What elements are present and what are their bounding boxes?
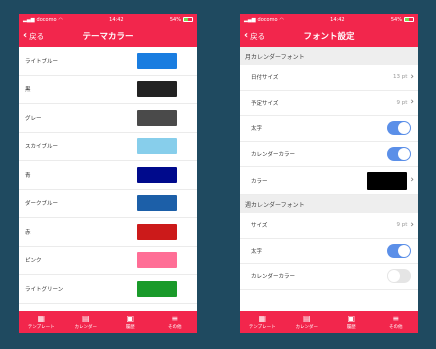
battery-percent: 54% (169, 16, 181, 23)
bold-toggle[interactable] (387, 121, 411, 136)
tab-history[interactable]: ▣ 履歴 (329, 311, 374, 333)
color-option-label: グレー (25, 115, 42, 122)
battery-percent: 54% (390, 16, 402, 23)
color-swatch (137, 280, 177, 297)
color-option-row[interactable]: 青 (19, 161, 197, 190)
tab-bar: ▦ テンプレート ▤ カレンダー ▣ 履歴 ≡ その他 (240, 311, 418, 333)
page-title: テーマカラー (82, 32, 134, 42)
week-calendar-color-toggle[interactable] (387, 269, 411, 284)
wifi-icon: ◠ (58, 16, 63, 23)
signal-icon: ▂▄▆ (244, 16, 256, 23)
template-icon: ▦ (258, 313, 267, 323)
history-icon: ▣ (126, 313, 135, 323)
tab-template[interactable]: ▦ テンプレート (240, 311, 285, 333)
color-option-row[interactable]: 赤 (19, 218, 197, 247)
color-option-row[interactable]: ライトグリーン (19, 275, 197, 304)
chevron-right-icon: › (410, 71, 414, 82)
color-list: ライトブルー黒グレースカイブルー青ダークブルー赤ピンクライトグリーン (19, 47, 197, 311)
status-bar: ▂▄▆ docomo ◠ 14:42 54% (240, 14, 418, 25)
nav-bar: ‹ 戻る フォント設定 (240, 25, 418, 47)
color-option-row[interactable]: ピンク (19, 247, 197, 275)
bold-row: 太字 (240, 116, 418, 142)
color-swatch (137, 138, 177, 155)
event-size-row[interactable]: 予定サイズ 9 pt › (240, 91, 418, 116)
clock: 14:42 (109, 16, 124, 23)
tab-template[interactable]: ▦ テンプレート (19, 311, 64, 333)
chevron-right-icon: › (410, 219, 414, 230)
chevron-left-icon: ‹ (244, 30, 249, 41)
color-option-label: 赤 (25, 229, 31, 236)
carrier-label: docomo (257, 16, 278, 23)
back-button[interactable]: ‹ 戻る (23, 25, 44, 47)
color-swatch (137, 252, 177, 269)
tab-more[interactable]: ≡ その他 (374, 311, 419, 333)
back-button[interactable]: ‹ 戻る (244, 25, 265, 47)
font-settings-screen: ▂▄▆ docomo ◠ 14:42 54% ‹ 戻る フォント設定 月カレンダ… (240, 14, 418, 333)
color-swatch (137, 223, 177, 240)
tab-history[interactable]: ▣ 履歴 (108, 311, 153, 333)
color-swatch (137, 109, 177, 126)
color-swatch (137, 166, 177, 183)
week-bold-row: 太字 (240, 239, 418, 264)
theme-color-screen: ▂▄▆ docomo ◠ 14:42 54% ‹ 戻る テーマカラー ライトブル… (19, 14, 197, 333)
color-option-label: 黒 (25, 87, 31, 94)
color-swatch (367, 171, 408, 190)
font-settings-list: 月カレンダーフォント 日付サイズ 13 pt › 予定サイズ 9 pt › 太字 カ… (240, 47, 418, 311)
calendar-icon: ▤ (81, 313, 90, 323)
color-option-label: スカイブルー (25, 144, 59, 151)
battery-icon (403, 17, 414, 22)
template-icon: ▦ (37, 313, 46, 323)
date-size-value: 13 pt (392, 74, 408, 81)
tab-calendar[interactable]: ▤ カレンダー (64, 311, 109, 333)
color-swatch (137, 52, 177, 69)
event-size-value: 9 pt (396, 99, 408, 106)
clock: 14:42 (330, 16, 345, 23)
color-option-label: ダークブルー (25, 201, 59, 208)
color-option-row[interactable]: ダークブルー (19, 190, 197, 218)
nav-bar: ‹ 戻る テーマカラー (19, 25, 197, 47)
color-option-label: 青 (25, 172, 31, 179)
section-week-font: 週カレンダーフォント (240, 195, 418, 213)
color-option-row[interactable]: 黒 (19, 76, 197, 104)
week-bold-toggle[interactable] (387, 243, 411, 258)
calendar-icon: ▤ (302, 313, 311, 323)
tab-bar: ▦ テンプレート ▤ カレンダー ▣ 履歴 ≡ その他 (19, 311, 197, 333)
calendar-color-toggle[interactable] (387, 146, 411, 161)
week-size-row[interactable]: サイズ 9 pt › (240, 213, 418, 239)
week-calendar-color-row: カレンダーカラー (240, 264, 418, 290)
tab-more[interactable]: ≡ その他 (153, 311, 198, 333)
date-size-row[interactable]: 日付サイズ 13 pt › (240, 65, 418, 91)
color-option-label: ライトブルー (25, 58, 59, 65)
calendar-color-row: カレンダーカラー (240, 142, 418, 167)
battery-icon (182, 17, 193, 22)
wifi-icon: ◠ (279, 16, 284, 23)
color-swatch (137, 81, 177, 98)
color-option-row[interactable]: グレー (19, 104, 197, 133)
chevron-right-icon: › (410, 97, 414, 108)
color-row[interactable]: カラー › (240, 167, 418, 195)
chevron-right-icon: › (410, 175, 414, 185)
week-size-value: 9 pt (396, 222, 408, 229)
signal-icon: ▂▄▆ (23, 16, 35, 23)
page-title: フォント設定 (303, 32, 355, 42)
menu-icon: ≡ (392, 313, 400, 323)
carrier-label: docomo (36, 16, 57, 23)
section-month-font: 月カレンダーフォント (240, 47, 418, 65)
color-option-label: ピンク (25, 258, 42, 265)
menu-icon: ≡ (171, 313, 179, 323)
color-swatch (137, 195, 177, 212)
chevron-left-icon: ‹ (23, 30, 28, 41)
color-option-row[interactable]: スカイブルー (19, 133, 197, 161)
status-bar: ▂▄▆ docomo ◠ 14:42 54% (19, 14, 197, 25)
color-option-label: ライトグリーン (25, 286, 64, 293)
tab-calendar[interactable]: ▤ カレンダー (285, 311, 330, 333)
history-icon: ▣ (347, 313, 356, 323)
color-option-row[interactable]: ライトブルー (19, 47, 197, 76)
